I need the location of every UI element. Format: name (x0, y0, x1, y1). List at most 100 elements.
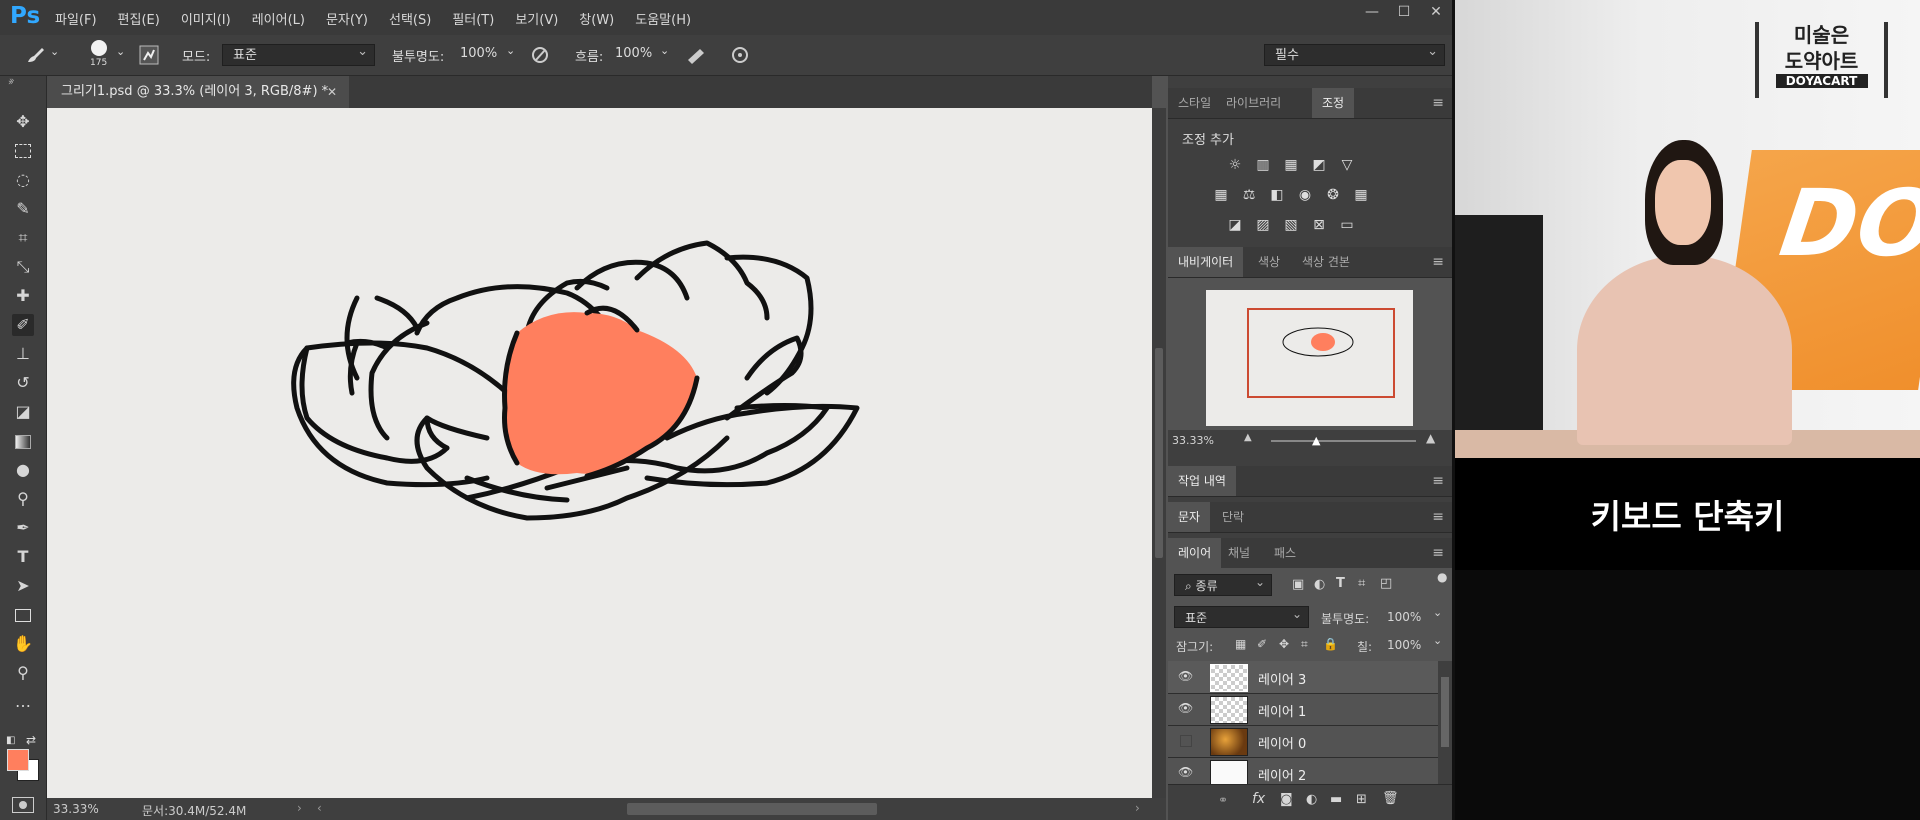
menu-edit[interactable]: 편집(E) (118, 9, 160, 28)
menu-filter[interactable]: 필터(T) (452, 9, 494, 28)
dodge-tool-icon[interactable]: ⚲ (12, 488, 34, 510)
tab-paragraph[interactable]: 단락 (1212, 502, 1254, 532)
menu-window[interactable]: 창(W) (579, 9, 614, 28)
restore-button[interactable]: ☐ (1388, 0, 1420, 24)
visibility-eye-icon[interactable]: 👁 (1178, 765, 1193, 779)
minimize-button[interactable]: — (1356, 0, 1388, 24)
threshold-icon[interactable]: ▧ (1282, 217, 1300, 233)
layer-filter-select[interactable]: ⌕ 종류 (1174, 571, 1272, 596)
blur-tool-icon[interactable]: ● (12, 459, 34, 481)
layer-name[interactable]: 레이어 1 (1258, 701, 1306, 720)
hue-saturation-icon[interactable]: ▦ (1212, 187, 1230, 203)
levels-icon[interactable]: ▥ (1254, 157, 1272, 173)
crop-tool-icon[interactable]: ⌗ (12, 227, 34, 249)
type-filter-icon[interactable]: T (1336, 576, 1345, 591)
layer-opacity-input[interactable]: 100% (1387, 610, 1421, 624)
brush-tool-icon[interactable] (24, 45, 46, 65)
panel-menu-icon[interactable]: ≡ (1432, 473, 1444, 489)
zoom-slider[interactable] (1271, 440, 1416, 442)
group-folder-icon[interactable]: ▬ (1330, 792, 1342, 807)
foreground-color-swatch[interactable] (7, 749, 29, 771)
scroll-left-arrow-icon[interactable]: ‹ (317, 801, 322, 815)
lasso-tool-icon[interactable]: ◌ (12, 169, 34, 191)
airbrush-icon[interactable] (685, 45, 707, 65)
visibility-toggle-empty[interactable] (1180, 735, 1192, 747)
zoom-level[interactable]: 33.33% (53, 802, 99, 816)
photo-filter-icon[interactable]: ◉ (1296, 187, 1314, 203)
curves-icon[interactable]: ▦ (1282, 157, 1300, 173)
zoom-slider-thumb[interactable]: ▲ (1312, 434, 1320, 447)
panel-menu-icon[interactable]: ≡ (1432, 545, 1444, 561)
move-tool-icon[interactable]: ✥ (12, 111, 34, 133)
blend-mode-select[interactable]: 표준 (1174, 603, 1309, 628)
type-tool-icon[interactable]: T (12, 546, 34, 568)
adjustment-filter-icon[interactable]: ◐ (1314, 577, 1325, 592)
close-button[interactable]: ✕ (1420, 0, 1452, 24)
zoom-tool-icon[interactable]: ⚲ (12, 662, 34, 684)
tab-swatches[interactable]: 색상 견본 (1292, 247, 1360, 277)
visibility-eye-icon[interactable]: 👁 (1178, 669, 1193, 683)
history-brush-tool-icon[interactable]: ↺ (12, 372, 34, 394)
posterize-icon[interactable]: ▨ (1254, 217, 1272, 233)
menu-image[interactable]: 이미지(I) (181, 9, 231, 28)
rectangle-tool-icon[interactable] (12, 604, 34, 626)
visibility-eye-icon[interactable]: 👁 (1178, 701, 1193, 715)
default-colors-icon[interactable]: ◧ (6, 735, 15, 746)
menu-view[interactable]: 보기(V) (515, 9, 558, 28)
menu-help[interactable]: 도움말(H) (635, 9, 691, 28)
flow-chevron-icon[interactable]: ⌄ (660, 44, 669, 57)
lock-artboard-icon[interactable]: ⌗ (1301, 637, 1308, 652)
color-lookup-icon[interactable]: ▦ (1352, 187, 1370, 203)
layer-row[interactable]: 👁 레이어 3 (1168, 661, 1438, 694)
menu-file[interactable]: 파일(F) (55, 9, 97, 28)
gradient-map-icon[interactable]: ▭ (1338, 217, 1356, 233)
panel-menu-icon[interactable]: ≡ (1432, 509, 1444, 525)
pressure-size-icon[interactable] (730, 45, 750, 65)
quick-mask-icon[interactable] (12, 797, 34, 813)
layers-scroll-thumb[interactable] (1441, 677, 1449, 747)
add-mask-icon[interactable]: ◙ (1280, 792, 1293, 807)
tab-adjustments[interactable]: 조정 (1312, 88, 1355, 118)
tab-color[interactable]: 색상 (1248, 247, 1290, 277)
close-tab-icon[interactable]: ✕ (327, 76, 337, 108)
opacity-chevron-icon[interactable]: ⌄ (506, 44, 515, 57)
layer-row[interactable]: 👁 레이어 1 (1168, 693, 1438, 726)
workspace-select[interactable]: 필수 (1264, 41, 1445, 66)
navigator-zoom[interactable]: 33.33% (1172, 434, 1214, 447)
fill-chevron-icon[interactable]: ⌄ (1433, 634, 1442, 647)
smart-object-filter-icon[interactable]: ◰ (1380, 576, 1392, 591)
path-select-tool-icon[interactable]: ➤ (12, 575, 34, 597)
brightness-icon[interactable]: ☼ (1226, 157, 1244, 173)
panel-menu-icon[interactable]: ≡ (1432, 95, 1444, 111)
tab-history[interactable]: 작업 내역 (1168, 466, 1236, 496)
eraser-tool-icon[interactable]: ◪ (12, 401, 34, 423)
hand-tool-icon[interactable]: ✋ (12, 633, 34, 655)
tab-libraries[interactable]: 라이브러리 (1216, 88, 1291, 118)
layer-row[interactable]: 레이어 0 (1168, 725, 1438, 758)
zoom-out-icon[interactable]: ▲ (1244, 432, 1252, 443)
brush-panel-icon[interactable] (139, 45, 159, 65)
vertical-scroll-thumb[interactable] (1155, 348, 1163, 558)
channel-mixer-icon[interactable]: ❂ (1324, 187, 1342, 203)
filter-toggle-icon[interactable]: ● (1437, 570, 1447, 584)
tab-navigator[interactable]: 내비게이터 (1168, 247, 1244, 277)
more-tools-icon[interactable]: … (12, 691, 34, 713)
color-balance-icon[interactable]: ⚖ (1240, 187, 1258, 203)
panel-menu-icon[interactable]: ≡ (1432, 254, 1444, 270)
layer-name[interactable]: 레이어 3 (1258, 669, 1306, 688)
healing-brush-tool-icon[interactable]: ✚ (12, 285, 34, 307)
lock-position-icon[interactable]: ✥ (1279, 637, 1289, 651)
canvas[interactable] (47, 108, 1152, 798)
delete-layer-icon[interactable]: 🗑 (1382, 791, 1399, 806)
brush-picker-chevron-icon[interactable]: ⌄ (116, 45, 125, 58)
quick-select-tool-icon[interactable]: ✎ (12, 198, 34, 220)
menu-select[interactable]: 선택(S) (389, 9, 431, 28)
layer-name[interactable]: 레이어 2 (1258, 765, 1306, 784)
menu-layer[interactable]: 레이어(L) (252, 9, 305, 28)
fill-input[interactable]: 100% (1387, 638, 1421, 652)
link-layers-icon[interactable]: ⚭ (1218, 793, 1228, 807)
exposure-icon[interactable]: ◩ (1310, 157, 1328, 173)
horizontal-scroll-thumb[interactable] (627, 803, 877, 815)
brush-tool-icon[interactable]: ✐ (12, 314, 34, 336)
shape-filter-icon[interactable]: ⌗ (1358, 576, 1365, 591)
